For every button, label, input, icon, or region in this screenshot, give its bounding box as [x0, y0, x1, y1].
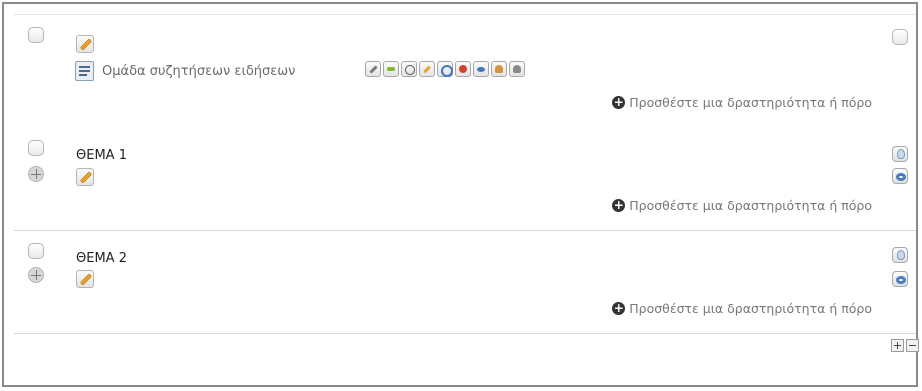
remove-section-button[interactable]: − — [906, 339, 919, 352]
highlight-lightbulb-icon[interactable] — [892, 146, 908, 162]
delete-icon[interactable] — [455, 61, 471, 77]
edit-section-pencil-icon[interactable] — [76, 270, 94, 288]
add-section-button[interactable]: + — [891, 339, 904, 352]
section-2: ΘΕΜΑ 2 + Προσθέστε μια δραστηριότητα ή π… — [14, 231, 916, 334]
add-activity-label: Προσθέστε μια δραστηριότητα ή πόρο — [629, 198, 872, 213]
section-right-checkbox[interactable] — [892, 29, 908, 45]
section-1: ΘΕΜΑ 1 + Προσθέστε μια δραστηριότητα ή π… — [14, 130, 916, 231]
section-select-checkbox[interactable] — [28, 243, 44, 259]
add-circle-icon: + — [612, 301, 626, 315]
section-title: ΘΕΜΑ 2 — [76, 251, 127, 266]
move-section-icon[interactable] — [28, 166, 44, 182]
show-hide-eye-icon[interactable] — [892, 271, 908, 287]
add-activity-link[interactable]: + Προσθέστε μια δραστηριότητα ή πόρο — [612, 198, 872, 213]
hide-icon[interactable] — [473, 61, 489, 77]
edit-icon[interactable] — [419, 61, 435, 77]
assign-roles-icon[interactable] — [491, 61, 507, 77]
add-activity-link[interactable]: + Προσθέστε μια δραστηριότητα ή πόρο — [612, 95, 872, 110]
edit-summary-pencil-icon[interactable] — [76, 35, 94, 53]
show-hide-eye-icon[interactable] — [892, 168, 908, 184]
add-circle-icon: + — [612, 198, 626, 212]
section-0: Ομάδα συζητήσεων ειδήσεων + Προσθέστε μι… — [14, 14, 916, 131]
move-icon[interactable] — [401, 61, 417, 77]
duplicate-icon[interactable] — [437, 61, 453, 77]
course-page: Ομάδα συζητήσεων ειδήσεων + Προσθέστε μι… — [2, 2, 919, 387]
edit-section-pencil-icon[interactable] — [76, 168, 94, 186]
add-activity-label: Προσθέστε μια δραστηριότητα ή πόρο — [629, 301, 872, 316]
add-circle-icon: + — [612, 95, 626, 109]
edit-settings-icon[interactable] — [365, 61, 381, 77]
indent-right-icon[interactable] — [383, 61, 399, 77]
add-activity-label: Προσθέστε μια δραστηριότητα ή πόρο — [629, 95, 872, 110]
move-section-icon[interactable] — [28, 267, 44, 283]
section-title: ΘΕΜΑ 1 — [76, 148, 127, 163]
group-mode-icon[interactable] — [509, 61, 525, 77]
forum-icon — [75, 61, 94, 81]
activity-tools — [365, 61, 525, 77]
highlight-lightbulb-icon[interactable] — [892, 247, 908, 263]
section-select-checkbox[interactable] — [28, 140, 44, 156]
add-activity-link[interactable]: + Προσθέστε μια δραστηριότητα ή πόρο — [612, 301, 872, 316]
forum-activity-link[interactable]: Ομάδα συζητήσεων ειδήσεων — [102, 64, 295, 79]
section-select-checkbox[interactable] — [28, 27, 44, 43]
